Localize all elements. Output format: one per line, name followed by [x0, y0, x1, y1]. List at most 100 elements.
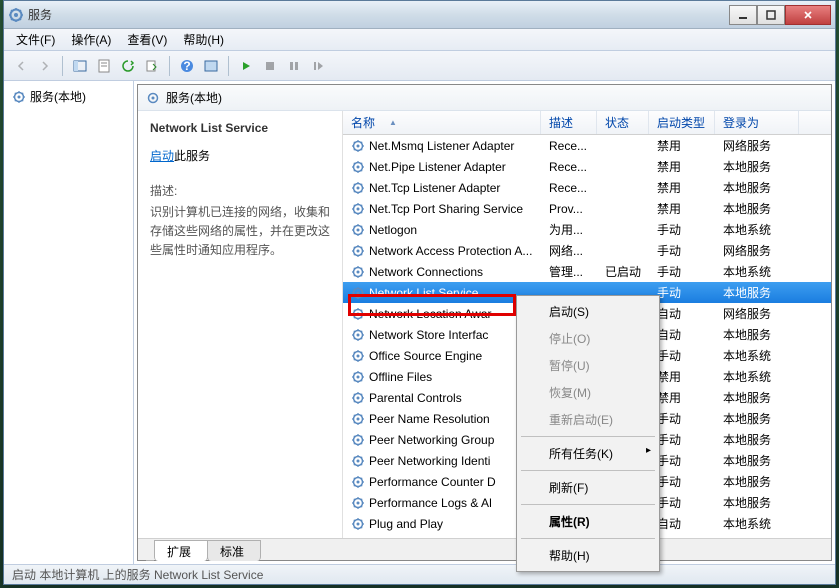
- cell-desc: Prov...: [541, 202, 597, 216]
- cell-name: Plug and Play: [343, 517, 541, 531]
- statusbar: 启动 本地计算机 上的服务 Network List Service: [4, 564, 835, 584]
- cell-name: Peer Networking Identi: [343, 454, 541, 468]
- gear-icon: [351, 286, 365, 300]
- refresh-button[interactable]: [117, 55, 139, 77]
- gear-icon: [351, 160, 365, 174]
- help2-button[interactable]: [200, 55, 222, 77]
- gear-icon: [351, 475, 365, 489]
- services-app-icon: [8, 7, 24, 23]
- description-panel: Network List Service 启动此服务 描述: 识别计算机已连接的…: [138, 111, 343, 538]
- menu-help[interactable]: 帮助(H): [175, 29, 232, 50]
- col-desc[interactable]: 描述: [541, 111, 597, 134]
- context-item[interactable]: 刷新(F): [519, 474, 657, 501]
- gear-icon: [351, 370, 365, 384]
- cell-logon: 网络服务: [715, 242, 799, 259]
- start-service-button[interactable]: [235, 55, 257, 77]
- table-row[interactable]: Network Access Protection A...网络...手动网络服…: [343, 240, 831, 261]
- cell-logon: 本地服务: [715, 158, 799, 175]
- table-row[interactable]: Net.Pipe Listener AdapterRece...禁用本地服务: [343, 156, 831, 177]
- cell-name: Netlogon: [343, 223, 541, 237]
- pause-service-button[interactable]: [283, 55, 305, 77]
- cell-name: Network Access Protection A...: [343, 244, 541, 258]
- start-link[interactable]: 启动: [150, 149, 174, 163]
- context-item[interactable]: 帮助(H): [519, 542, 657, 569]
- col-name[interactable]: 名称: [343, 111, 541, 134]
- tree-root[interactable]: 服务(本地): [8, 85, 129, 108]
- gear-icon: [351, 223, 365, 237]
- context-menu: 启动(S)停止(O)暂停(U)恢复(M)重新启动(E)所有任务(K)刷新(F)属…: [516, 295, 660, 572]
- export-button[interactable]: [141, 55, 163, 77]
- start-suffix: 此服务: [174, 149, 210, 163]
- context-separator: [521, 436, 655, 437]
- stop-service-button[interactable]: [259, 55, 281, 77]
- cell-name: Net.Pipe Listener Adapter: [343, 160, 541, 174]
- service-title: Network List Service: [150, 121, 330, 135]
- svg-text:?: ?: [183, 59, 190, 73]
- cell-name: Offline Files: [343, 370, 541, 384]
- cell-startup: 禁用: [649, 137, 715, 154]
- col-state[interactable]: 状态: [597, 111, 649, 134]
- cell-desc: Rece...: [541, 181, 597, 195]
- gear-icon: [351, 496, 365, 510]
- context-item: 暂停(U): [519, 352, 657, 379]
- cell-name: Network Connections: [343, 265, 541, 279]
- toolbar-separator: [169, 56, 170, 76]
- tab-extended[interactable]: 扩展: [154, 540, 208, 561]
- menu-file[interactable]: 文件(F): [8, 29, 63, 50]
- cell-name: Net.Tcp Listener Adapter: [343, 181, 541, 195]
- context-item[interactable]: 启动(S): [519, 298, 657, 325]
- menu-view[interactable]: 查看(V): [119, 29, 175, 50]
- table-row[interactable]: Net.Msmq Listener AdapterRece...禁用网络服务: [343, 135, 831, 156]
- table-row[interactable]: Net.Tcp Listener AdapterRece...禁用本地服务: [343, 177, 831, 198]
- table-row[interactable]: Net.Tcp Port Sharing ServiceProv...禁用本地服…: [343, 198, 831, 219]
- maximize-button[interactable]: [757, 5, 785, 25]
- cell-name: Parental Controls: [343, 391, 541, 405]
- cell-logon: 本地系统: [715, 368, 799, 385]
- menu-action[interactable]: 操作(A): [63, 29, 119, 50]
- gear-icon: [351, 328, 365, 342]
- col-startup[interactable]: 启动类型: [649, 111, 715, 134]
- context-separator: [521, 504, 655, 505]
- start-action-line: 启动此服务: [150, 147, 330, 164]
- cell-logon: 本地系统: [715, 263, 799, 280]
- cell-logon: 本地服务: [715, 389, 799, 406]
- context-item: 停止(O): [519, 325, 657, 352]
- cell-desc: 为用...: [541, 221, 597, 238]
- right-body: Network List Service 启动此服务 描述: 识别计算机已连接的…: [138, 111, 831, 538]
- show-tree-button[interactable]: [69, 55, 91, 77]
- context-item[interactable]: 属性(R): [519, 508, 657, 535]
- properties-button[interactable]: [93, 55, 115, 77]
- cell-startup: 手动: [649, 221, 715, 238]
- desc-label: 描述:: [150, 182, 330, 199]
- restart-service-button[interactable]: [307, 55, 329, 77]
- right-header-label: 服务(本地): [166, 89, 222, 106]
- col-logon[interactable]: 登录为: [715, 111, 799, 134]
- minimize-button[interactable]: [729, 5, 757, 25]
- list-header: 名称 描述 状态 启动类型 登录为: [343, 111, 831, 135]
- cell-logon: 本地系统: [715, 221, 799, 238]
- help-button[interactable]: ?: [176, 55, 198, 77]
- cell-name: Office Source Engine: [343, 349, 541, 363]
- cell-logon: 本地服务: [715, 452, 799, 469]
- context-item[interactable]: 所有任务(K): [519, 440, 657, 467]
- table-row[interactable]: Network Connections管理...已启动手动本地系统: [343, 261, 831, 282]
- toolbar: ?: [4, 51, 835, 81]
- cell-logon: 本地服务: [715, 431, 799, 448]
- gear-icon: [351, 349, 365, 363]
- gear-icon: [12, 90, 26, 104]
- tab-standard[interactable]: 标准: [207, 540, 261, 561]
- gear-icon: [351, 244, 365, 258]
- menubar: 文件(F) 操作(A) 查看(V) 帮助(H): [4, 29, 835, 51]
- window-buttons: [729, 5, 831, 25]
- window-title: 服务: [28, 6, 729, 23]
- toolbar-separator: [228, 56, 229, 76]
- cell-logon: 本地服务: [715, 473, 799, 490]
- back-button[interactable]: [10, 55, 32, 77]
- close-button[interactable]: [785, 5, 831, 25]
- table-row[interactable]: Netlogon为用... 手动本地系统: [343, 219, 831, 240]
- cell-logon: 本地服务: [715, 410, 799, 427]
- forward-button[interactable]: [34, 55, 56, 77]
- tree-root-label: 服务(本地): [30, 88, 86, 105]
- cell-logon: 本地服务: [715, 200, 799, 217]
- gear-icon: [351, 307, 365, 321]
